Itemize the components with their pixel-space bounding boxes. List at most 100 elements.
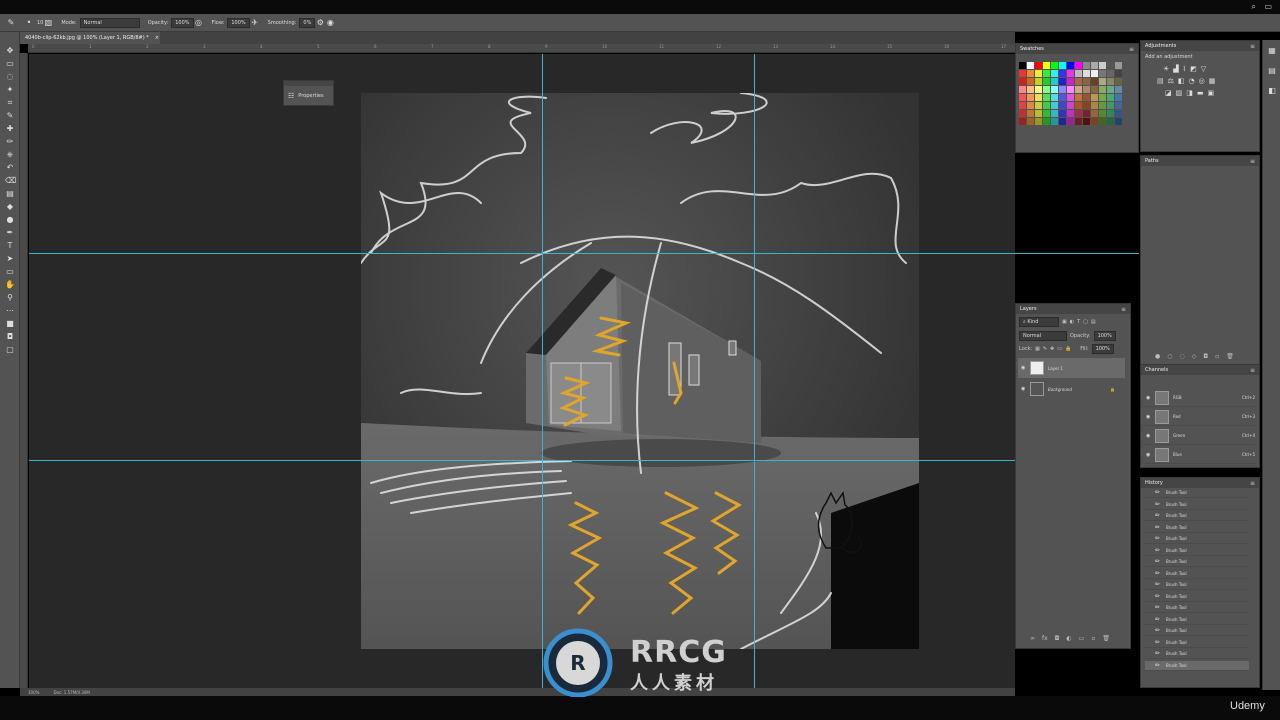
color-swatch[interactable] [1027, 102, 1034, 109]
color-swatch[interactable] [1059, 94, 1066, 101]
link-layers-icon[interactable]: ∞ [1030, 635, 1035, 642]
history-item[interactable]: ✏ Brush Tool [1145, 592, 1249, 602]
color-swatch[interactable] [1051, 102, 1058, 109]
move-tool-icon[interactable]: ✥ [5, 46, 15, 56]
history-item[interactable]: ✏ Brush Tool [1145, 580, 1249, 590]
color-swatch[interactable] [1115, 110, 1122, 117]
new-path-icon[interactable]: ▫ [1215, 353, 1219, 360]
color-swatch[interactable] [1075, 102, 1082, 109]
group-icon[interactable]: ▭ [1079, 635, 1085, 642]
lasso-tool-icon[interactable]: ◌ [5, 72, 15, 82]
color-swatch[interactable] [1019, 86, 1026, 93]
history-brush-tool-icon[interactable]: ↶ [5, 163, 15, 173]
panel-menu-icon[interactable]: ≡ [1121, 306, 1126, 313]
panel-collapsed-icon-1[interactable]: ▦ [1267, 46, 1277, 56]
brightness-icon[interactable]: ☀ [1163, 65, 1169, 73]
color-swatch[interactable] [1083, 102, 1090, 109]
blur-tool-icon[interactable]: ◆ [5, 202, 15, 212]
vibrance-icon[interactable]: ▽ [1201, 65, 1206, 73]
color-swatch[interactable] [1091, 110, 1098, 117]
quick-select-tool-icon[interactable]: ✦ [5, 85, 15, 95]
color-swatch[interactable] [1091, 94, 1098, 101]
lock-move-icon[interactable]: ✥ [1050, 346, 1054, 352]
color-swatch[interactable] [1051, 78, 1058, 85]
color-swatch[interactable] [1035, 118, 1042, 125]
lock-paint-icon[interactable]: ✎ [1043, 346, 1047, 352]
history-item[interactable]: ✏ Brush Tool [1145, 638, 1249, 648]
color-swatch[interactable] [1019, 78, 1026, 85]
eye-icon[interactable]: ◉ [1021, 386, 1025, 392]
color-swatch[interactable] [1059, 78, 1066, 85]
history-item[interactable]: ✏ Brush Tool [1145, 534, 1249, 544]
color-swatch[interactable] [1067, 118, 1074, 125]
history-item[interactable]: ✏ Brush Tool [1145, 500, 1249, 510]
panel-collapsed-icon-2[interactable]: ▤ [1267, 66, 1277, 76]
color-swatch[interactable] [1051, 94, 1058, 101]
color-swatch[interactable] [1091, 78, 1098, 85]
color-swatch[interactable] [1075, 78, 1082, 85]
eye-icon[interactable]: ◉ [1146, 433, 1150, 439]
color-swatch[interactable] [1075, 110, 1082, 117]
history-item[interactable]: ✏ Brush Tool [1145, 649, 1249, 659]
eye-icon[interactable]: ◉ [1146, 414, 1150, 420]
panel-collapsed-icon-3[interactable]: ◧ [1267, 86, 1277, 96]
color-swatch[interactable] [1099, 86, 1106, 93]
color-swatch[interactable] [1107, 110, 1114, 117]
color-swatch[interactable] [1035, 70, 1042, 77]
color-swatch[interactable] [1067, 102, 1074, 109]
layer-row-layer-1[interactable]: ◉ Layer 1 [1018, 358, 1125, 378]
selective-color-icon[interactable]: ▣ [1208, 89, 1215, 97]
gradient-tool-icon[interactable]: ▤ [5, 189, 15, 199]
filter-adjust-icon[interactable]: ◐ [1070, 319, 1074, 325]
history-item[interactable]: ✏ Brush Tool [1145, 660, 1249, 671]
color-swatch[interactable] [1083, 118, 1090, 125]
color-swatch[interactable] [1091, 118, 1098, 125]
brush-size-picker[interactable]: • 10 [24, 18, 44, 28]
color-swatch[interactable] [1083, 78, 1090, 85]
trash-icon[interactable]: 🗑 [1226, 353, 1234, 360]
smoothing-field[interactable]: 0% [299, 17, 316, 28]
trash-icon[interactable]: 🗑 [1102, 635, 1110, 642]
fx-icon[interactable]: fx [1042, 635, 1048, 642]
ruler-vertical[interactable] [20, 53, 28, 688]
filter-pixel-icon[interactable]: ▣ [1062, 319, 1067, 325]
history-item[interactable]: ✏ Brush Tool [1145, 557, 1249, 567]
color-swatch[interactable] [1083, 62, 1090, 69]
panel-menu-icon[interactable]: ≡ [1250, 367, 1255, 374]
brush-preset-icon[interactable]: ✎ [6, 18, 16, 28]
mixer-icon[interactable]: ◎ [1199, 77, 1205, 85]
channel-row-green[interactable]: ◉ Green Ctrl+4 [1143, 427, 1255, 445]
flow-field[interactable]: 100% [227, 17, 250, 28]
opacity-field[interactable]: 100% [171, 17, 194, 28]
panel-menu-icon[interactable]: ≡ [1250, 43, 1255, 50]
stroke-path-icon[interactable]: ○ [1167, 353, 1172, 360]
eye-icon[interactable]: ◉ [1146, 452, 1150, 458]
workspace-icon[interactable]: ▭ [1264, 2, 1272, 11]
color-swatch[interactable] [1091, 102, 1098, 109]
document-tab[interactable]: 4040b-clip-62kb.jpg @ 100% (Layer 1, RGB… [20, 32, 160, 44]
mode-select[interactable]: Normal [79, 17, 140, 28]
panel-menu-icon[interactable]: ≡ [1250, 158, 1255, 165]
exposure-icon[interactable]: ◩ [1190, 65, 1197, 73]
load-selection-icon[interactable]: ◌ [1180, 353, 1185, 360]
dodge-tool-icon[interactable]: ● [5, 215, 15, 225]
color-swatch[interactable] [1059, 70, 1066, 77]
color-swatch[interactable] [1035, 62, 1042, 69]
brush-tool-icon[interactable]: ✏ [5, 137, 15, 147]
color-swatch[interactable] [1043, 110, 1050, 117]
color-swatch[interactable] [1115, 70, 1122, 77]
layer-row-background[interactable]: ◉ Background 🔒 [1018, 379, 1125, 399]
quick-mask-tool-icon[interactable]: ◘ [5, 332, 15, 342]
pressure-opacity-icon[interactable]: ◎ [194, 18, 204, 28]
fill-path-icon[interactable]: ● [1155, 353, 1160, 360]
hue-icon[interactable]: ▤ [1157, 77, 1164, 85]
color-swatch[interactable] [1099, 70, 1106, 77]
color-swatch[interactable] [1075, 118, 1082, 125]
color-swatch[interactable] [1099, 102, 1106, 109]
eraser-tool-icon[interactable]: ⌫ [5, 176, 16, 186]
color-swatch[interactable] [1059, 62, 1066, 69]
color-swatch[interactable] [1035, 86, 1042, 93]
color-swatch-tool-icon[interactable]: ■ [5, 319, 15, 329]
make-path-icon[interactable]: ◇ [1192, 353, 1197, 360]
search-icon[interactable]: ⌕ [1252, 2, 1256, 12]
